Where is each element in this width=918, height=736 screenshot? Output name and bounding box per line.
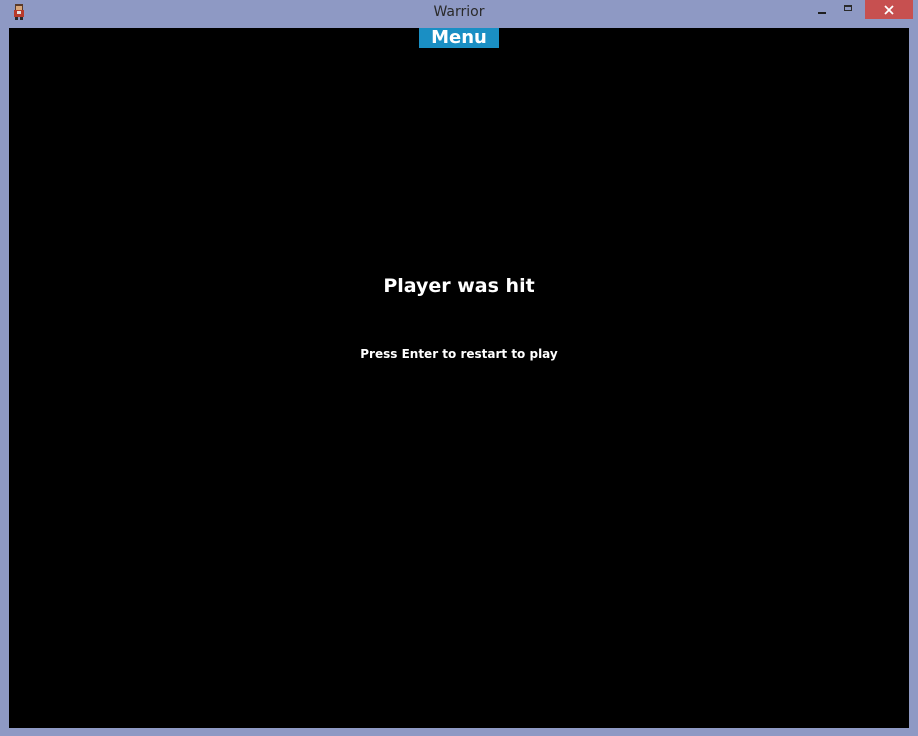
title-bar[interactable]: Warrior <box>0 0 918 28</box>
close-icon <box>884 4 894 15</box>
window-title: Warrior <box>433 4 485 20</box>
maximize-icon <box>844 4 852 11</box>
minimize-button[interactable] <box>809 0 835 19</box>
menu-button[interactable]: Menu <box>419 28 499 48</box>
game-window: Warrior Menu Player was hit Press Enter … <box>0 0 918 736</box>
window-controls <box>809 0 918 20</box>
game-canvas[interactable]: Menu Player was hit Press Enter to resta… <box>9 28 909 728</box>
maximize-button[interactable] <box>835 0 861 19</box>
close-button[interactable] <box>865 0 913 19</box>
status-message: Player was hit <box>383 275 535 297</box>
minimize-icon <box>818 11 826 14</box>
restart-instruction: Press Enter to restart to play <box>360 347 558 361</box>
